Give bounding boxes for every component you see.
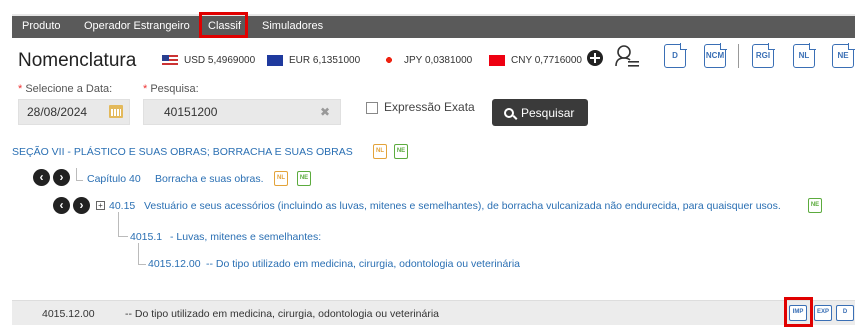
next-circle-icon[interactable]: › [73, 197, 90, 214]
doc-nl-button[interactable]: NL [793, 43, 816, 68]
nav-produto[interactable]: Produto [22, 17, 61, 35]
tree-line [76, 180, 83, 181]
imp-highlight-box [784, 297, 813, 327]
result-code: 4015.12.00 [42, 308, 95, 320]
exact-expression-label: Expressão Exata [384, 100, 475, 114]
header-divider [738, 44, 739, 68]
doc-d-button[interactable]: D [664, 43, 687, 68]
currency-cny: CNY 0,7716000 [489, 52, 582, 68]
heading-desc[interactable]: Vestuário e seus acessórios (incluindo a… [144, 200, 781, 212]
us-flag-icon [162, 54, 178, 66]
chapter-ne-icon[interactable]: NE [297, 171, 311, 186]
nav-simuladores[interactable]: Simuladores [262, 17, 323, 35]
tree-line [138, 243, 139, 264]
result-desc: -- Do tipo utilizado em medicina, cirurg… [125, 308, 439, 320]
prev-circle-icon[interactable]: ‹ [33, 169, 50, 186]
expand-plus-icon[interactable]: + [96, 201, 105, 210]
classif-highlight-box [199, 12, 248, 38]
currency-cny-label: CNY 0,7716000 [511, 54, 582, 66]
page-title: Nomenclatura [18, 50, 137, 71]
currency-jpy: JPY 0,0381000 [384, 52, 472, 68]
tree-line [138, 264, 146, 265]
exact-expression-checkbox[interactable] [366, 102, 378, 114]
subheading-desc[interactable]: - Luvas, mitenes e semelhantes: [170, 231, 321, 243]
next-circle-icon[interactable]: › [53, 169, 70, 186]
currency-eur-label: EUR 6,1351000 [289, 54, 361, 66]
item-code[interactable]: 4015.12.00 [148, 258, 201, 270]
tree-line [76, 168, 77, 180]
doc-rgi-button[interactable]: RGI [752, 43, 775, 68]
search-field[interactable]: ✖ [143, 99, 341, 125]
section-link[interactable]: SEÇÃO VII - PLÁSTICO E SUAS OBRAS; BORRA… [12, 146, 353, 158]
date-field[interactable] [18, 99, 130, 125]
heading-ne-icon[interactable]: NE [808, 198, 822, 213]
search-icon [504, 107, 514, 118]
doc-ncm-button[interactable]: NCM [704, 43, 727, 68]
currency-eur: EUR 6,1351000 [267, 52, 360, 68]
result-row[interactable]: 4015.12.00 -- Do tipo utilizado em medic… [12, 300, 855, 325]
heading-code[interactable]: 40.15 [109, 200, 135, 212]
tree-line [118, 212, 119, 236]
tree-line [118, 236, 128, 237]
cn-flag-icon [489, 54, 505, 66]
subheading-code[interactable]: 4015.1 [130, 231, 162, 243]
result-d-button[interactable]: D [836, 305, 854, 321]
eu-flag-icon [267, 54, 283, 66]
currency-usd-label: USD 5,4969000 [184, 54, 256, 66]
add-circle-icon[interactable] [586, 49, 604, 67]
chapter-desc[interactable]: Borracha e suas obras. [155, 173, 264, 185]
search-label: * Pesquisa: [143, 83, 199, 95]
doc-ne-button[interactable]: NE [832, 43, 855, 68]
prev-circle-icon[interactable]: ‹ [53, 197, 70, 214]
chapter-nl-icon[interactable]: NL [274, 171, 288, 186]
search-button[interactable]: Pesquisar [492, 99, 588, 126]
nav-operador-estrangeiro[interactable]: Operador Estrangeiro [84, 17, 190, 35]
chapter-code[interactable]: Capítulo 40 [87, 173, 141, 185]
currency-usd: USD 5,4969000 [162, 52, 255, 68]
date-label: * Selecione a Data: [18, 83, 113, 95]
exp-button[interactable]: EXP [814, 305, 832, 321]
search-button-label: Pesquisar [521, 105, 575, 120]
clear-icon[interactable]: ✖ [320, 105, 330, 119]
item-desc[interactable]: -- Do tipo utilizado em medicina, cirurg… [206, 258, 520, 270]
section-ne-icon[interactable]: NE [394, 144, 408, 159]
currency-jpy-label: JPY 0,0381000 [404, 54, 473, 66]
jp-flag-icon [384, 55, 394, 65]
calendar-icon[interactable] [109, 105, 123, 118]
user-list-icon[interactable] [614, 44, 640, 70]
section-nl-icon[interactable]: NL [373, 144, 387, 159]
search-input[interactable] [144, 100, 340, 124]
